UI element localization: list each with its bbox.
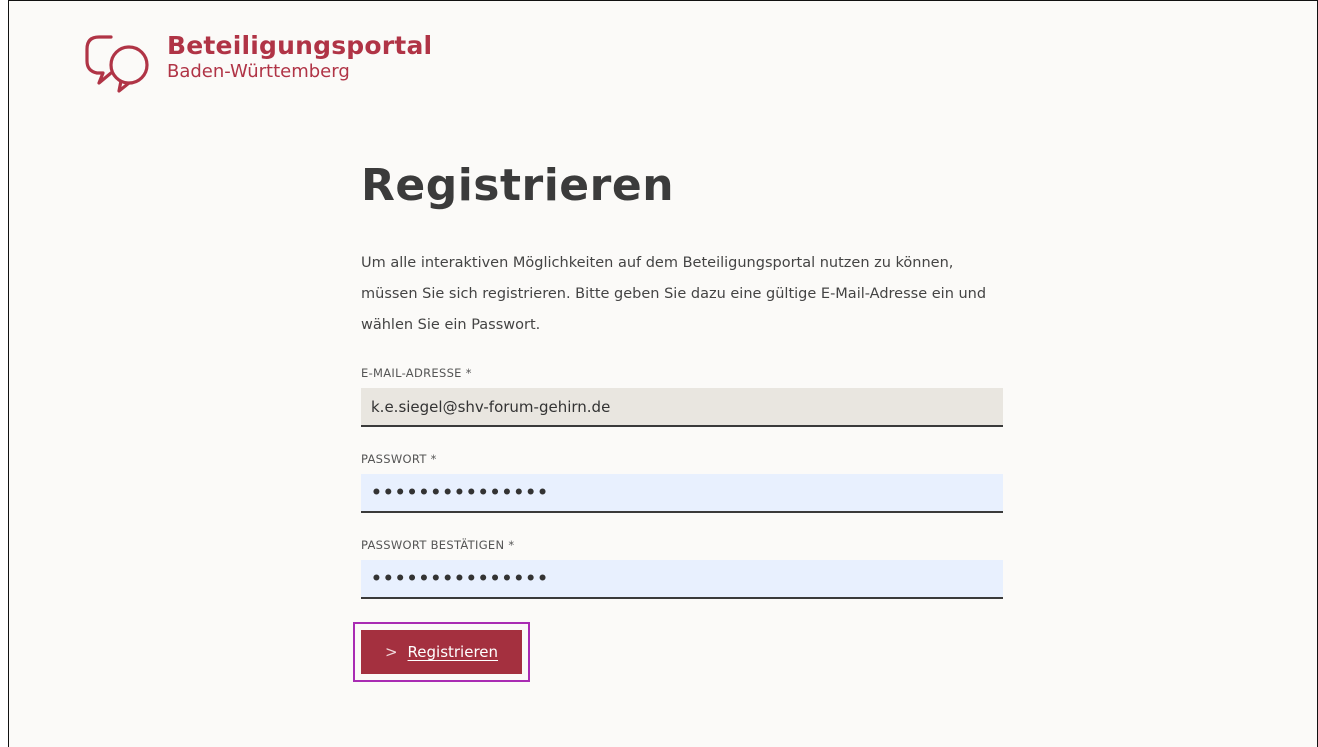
password-confirm-value: •••••••••••••••: [371, 568, 549, 589]
page-frame: Beteiligungsportal Baden-Württemberg Reg…: [8, 0, 1318, 747]
page-title: Registrieren: [361, 160, 675, 211]
speech-bubbles-icon: [85, 35, 149, 93]
chevron-right-icon: >: [384, 643, 398, 661]
email-field[interactable]: k.e.siegel@shv-forum-gehirn.de: [361, 388, 1003, 427]
password-label: PASSWORT *: [361, 452, 437, 466]
password-confirm-label: PASSWORT BESTÄTIGEN *: [361, 538, 515, 552]
email-label: E-MAIL-ADRESSE *: [361, 366, 472, 380]
register-button[interactable]: > Registrieren: [361, 630, 522, 674]
site-logo[interactable]: Beteiligungsportal Baden-Württemberg: [81, 31, 432, 97]
submit-highlight: > Registrieren: [353, 622, 530, 682]
password-value: •••••••••••••••: [371, 482, 549, 503]
intro-text: Um alle interaktiven Möglichkeiten auf d…: [361, 255, 987, 333]
password-field[interactable]: •••••••••••••••: [361, 474, 1003, 513]
email-value: k.e.siegel@shv-forum-gehirn.de: [371, 397, 611, 416]
brand-subtitle: Baden-Württemberg: [167, 61, 350, 82]
register-button-label: Registrieren: [407, 643, 499, 661]
password-confirm-field[interactable]: •••••••••••••••: [361, 560, 1003, 599]
brand-title: Beteiligungsportal: [167, 31, 433, 60]
registration-form-section: Registrieren Um alle interaktiven Möglic…: [353, 156, 1011, 682]
